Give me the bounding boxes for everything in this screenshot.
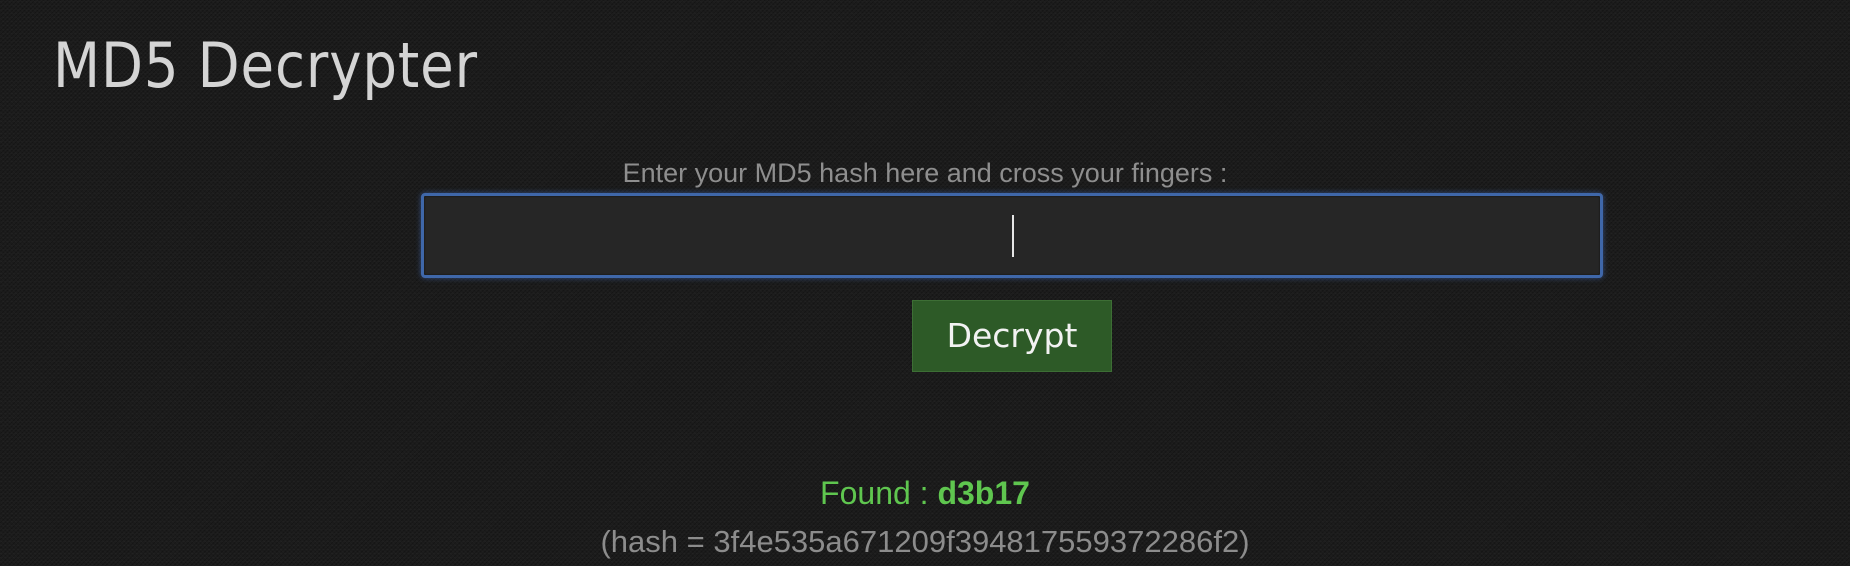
hash-value: 3f4e535a671209f394817559372286f2 xyxy=(713,524,1240,559)
found-label: Found : xyxy=(820,475,938,511)
text-caret xyxy=(1012,215,1014,257)
hash-prefix: (hash = xyxy=(600,524,714,559)
decrypt-button[interactable]: Decrypt xyxy=(912,300,1112,372)
result-found: Found : d3b17 xyxy=(0,473,1850,513)
hash-suffix: ) xyxy=(1239,524,1250,559)
found-value: d3b17 xyxy=(937,475,1030,511)
page-title: MD5 Decrypter xyxy=(53,29,478,102)
page: { "header": { "title": "MD5 Decrypter" }… xyxy=(0,0,1850,566)
result-hash: (hash = 3f4e535a671209f394817559372286f2… xyxy=(0,522,1850,562)
hash-prompt-label: Enter your MD5 hash here and cross your … xyxy=(622,158,1228,188)
